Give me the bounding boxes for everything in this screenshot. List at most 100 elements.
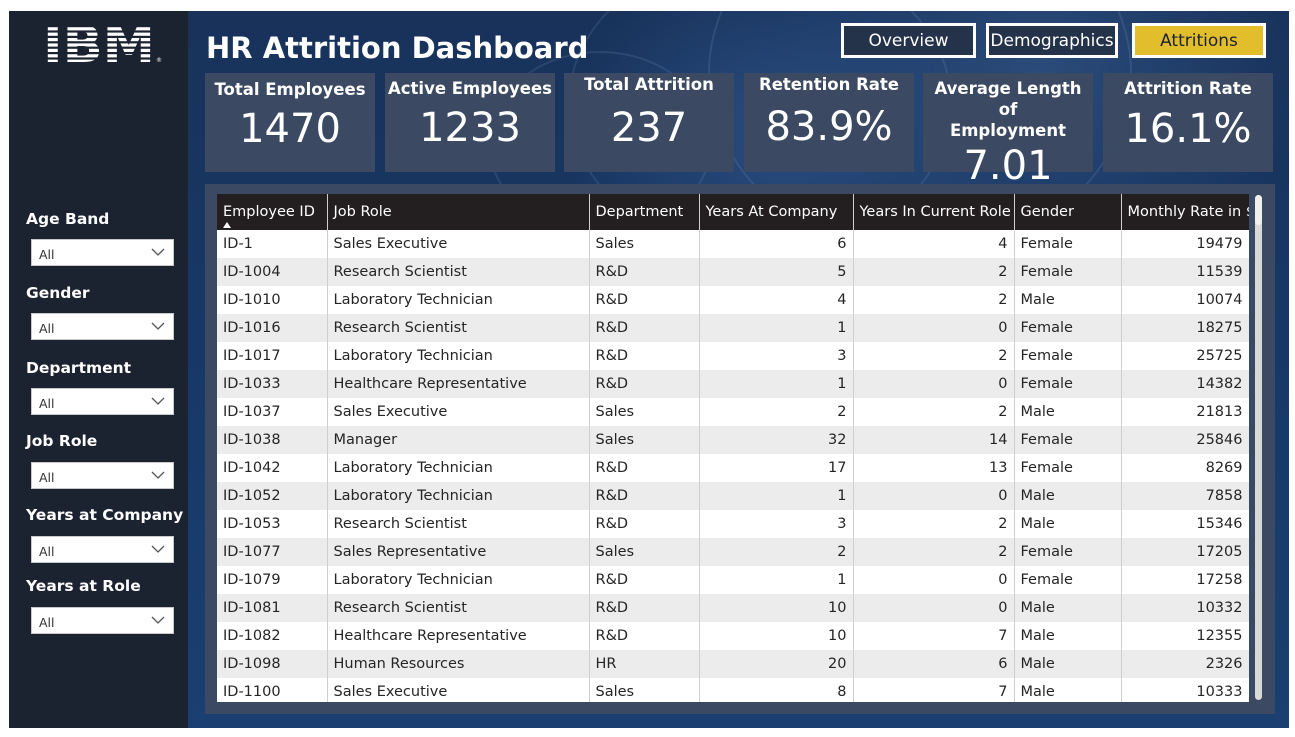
table-cell: 25846: [1121, 426, 1249, 454]
table-row[interactable]: ID-1052 Laboratory Technician R&D 1 0 Male 785…: [217, 482, 1249, 510]
table-row[interactable]: ID-1042 Laboratory Technician R&D 17 13 Femal…: [217, 454, 1249, 482]
chevron-down-icon: [151, 248, 165, 256]
table-cell: 32: [699, 426, 854, 454]
kpi-label: Retention Rate: [758, 75, 899, 94]
attritions-button[interactable]: Attritions: [1132, 23, 1266, 58]
table-cell: Female: [1014, 314, 1122, 342]
table-cell: 20: [699, 650, 854, 678]
table-cell: 2: [853, 258, 1015, 286]
table-cell: R&D: [589, 566, 700, 594]
table-row[interactable]: ID-1037 Sales Executive Sales 2 2 Male 21813: [217, 398, 1249, 426]
years-at-company-dropdown[interactable]: All: [31, 536, 174, 563]
column-header-label: Employee ID: [223, 204, 315, 220]
column-header-gender[interactable]: Gender: [1014, 194, 1122, 230]
chevron-down-icon: [151, 322, 165, 330]
table-scrollbar[interactable]: [1255, 195, 1262, 700]
table-cell: 21813: [1121, 398, 1249, 426]
table-cell: 3: [699, 510, 854, 538]
table-cell: R&D: [589, 370, 700, 398]
table-cell: Sales Executive: [327, 398, 590, 426]
column-header-monthly-rate[interactable]: Monthly Rate in $: [1121, 194, 1249, 230]
demographics-button[interactable]: Demographics: [986, 23, 1118, 58]
table-cell: Male: [1014, 398, 1122, 426]
table-cell: 2: [853, 510, 1015, 538]
table-cell: 2: [853, 342, 1015, 370]
table-cell: R&D: [589, 594, 700, 622]
years-at-company-value: All: [39, 544, 55, 559]
table-row[interactable]: ID-1079 Laboratory Technician R&D 1 0 Female 1…: [217, 566, 1249, 594]
table-cell: 17: [699, 454, 854, 482]
table-cell: 0: [853, 482, 1015, 510]
table-cell: Research Scientist: [327, 510, 590, 538]
table-cell: Female: [1014, 566, 1122, 594]
age-band-dropdown[interactable]: All: [31, 239, 174, 266]
table-cell: Female: [1014, 370, 1122, 398]
table-row[interactable]: ID-1053 Research Scientist R&D 3 2 Male 15346: [217, 510, 1249, 538]
chevron-down-icon: [151, 397, 165, 405]
table-row[interactable]: ID-1017 Laboratory Technician R&D 3 2 Female 2…: [217, 342, 1249, 370]
table-cell: 25725: [1121, 342, 1249, 370]
gender-dropdown[interactable]: All: [31, 313, 174, 340]
kpi-value: 1470: [239, 106, 341, 152]
table-cell: R&D: [589, 342, 700, 370]
table-cell: Female: [1014, 538, 1122, 566]
table-cell: 17205: [1121, 538, 1249, 566]
table-cell: ID-1079: [217, 566, 328, 594]
table-cell: R&D: [589, 258, 700, 286]
table-cell: Female: [1014, 230, 1122, 258]
table-cell: R&D: [589, 454, 700, 482]
table-row[interactable]: ID-1 Sales Executive Sales 6 4 Female 19479: [217, 230, 1249, 258]
table-row[interactable]: ID-1010 Laboratory Technician R&D 4 2 Male 100…: [217, 286, 1249, 314]
column-header-years-at-company[interactable]: Years At Company: [699, 194, 854, 230]
column-header-job-role[interactable]: Job Role: [327, 194, 590, 230]
table-cell: ID-1098: [217, 650, 328, 678]
sidebar: IBM ® Age Band All Gender All Department…: [9, 11, 188, 728]
table-cell: Human Resources: [327, 650, 590, 678]
overview-button[interactable]: Overview: [841, 23, 976, 58]
column-header-employee-id[interactable]: Employee ID: [217, 194, 328, 230]
table-cell: 15346: [1121, 510, 1249, 538]
attrition-table-panel: Employee ID Job Role Department Years At…: [205, 184, 1275, 714]
table-cell: 10: [699, 622, 854, 650]
table-cell: ID-1053: [217, 510, 328, 538]
table-row[interactable]: ID-1100 Sales Executive Sales 8 7 Male 10333: [217, 678, 1249, 702]
years-at-role-dropdown[interactable]: All: [31, 607, 174, 634]
table-row[interactable]: ID-1082 Healthcare Representative R&D 10 7 Ma…: [217, 622, 1249, 650]
table-cell: Sales Executive: [327, 678, 590, 702]
table-cell: 2: [853, 538, 1015, 566]
scrollbar-thumb[interactable]: [1255, 195, 1262, 225]
column-header-department[interactable]: Department: [589, 194, 700, 230]
column-header-years-in-current-role[interactable]: Years In Current Role: [853, 194, 1015, 230]
job-role-dropdown[interactable]: All: [31, 462, 174, 489]
table-cell: Sales: [589, 426, 700, 454]
table-cell: R&D: [589, 622, 700, 650]
table-cell: 1: [699, 370, 854, 398]
department-dropdown[interactable]: All: [31, 388, 174, 415]
table-cell: Sales: [589, 678, 700, 702]
table-row[interactable]: ID-1081 Research Scientist R&D 10 0 Male 10332: [217, 594, 1249, 622]
table-cell: 11539: [1121, 258, 1249, 286]
table-row[interactable]: ID-1038 Manager Sales 32 14 Female 25846: [217, 426, 1249, 454]
table-row[interactable]: ID-1033 Healthcare Representative R&D 1 0 Fem…: [217, 370, 1249, 398]
table-cell: Laboratory Technician: [327, 286, 590, 314]
table-cell: ID-1037: [217, 398, 328, 426]
table-cell: 7858: [1121, 482, 1249, 510]
table-cell: Female: [1014, 454, 1122, 482]
table-cell: ID-1082: [217, 622, 328, 650]
table-cell: Sales: [589, 538, 700, 566]
table-header-row: Employee ID Job Role Department Years At…: [217, 194, 1249, 230]
job-role-value: All: [39, 470, 55, 485]
table-row[interactable]: ID-1077 Sales Representative Sales 2 2 Female…: [217, 538, 1249, 566]
table-row[interactable]: ID-1016 Research Scientist R&D 1 0 Female 1827…: [217, 314, 1249, 342]
table-cell: Male: [1014, 594, 1122, 622]
table-cell: 10332: [1121, 594, 1249, 622]
kpi-value: 237: [610, 105, 688, 151]
table-cell: R&D: [589, 286, 700, 314]
table-row[interactable]: ID-1098 Human Resources HR 20 6 Male 2326: [217, 650, 1249, 678]
table-cell: Laboratory Technician: [327, 454, 590, 482]
table-cell: R&D: [589, 482, 700, 510]
table-cell: ID-1004: [217, 258, 328, 286]
table-cell: 4: [853, 230, 1015, 258]
table-row[interactable]: ID-1004 Research Scientist R&D 5 2 Female 1153…: [217, 258, 1249, 286]
table-cell: Sales: [589, 230, 700, 258]
